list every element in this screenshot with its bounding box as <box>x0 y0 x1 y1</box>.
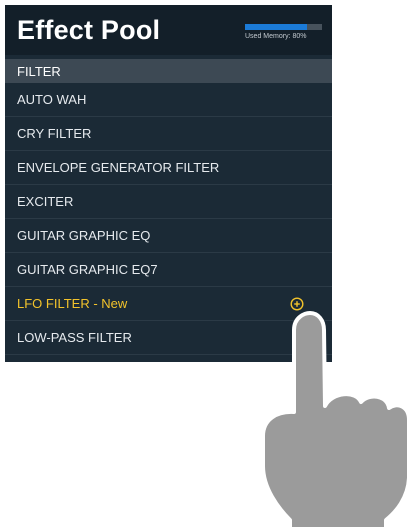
list-item-label: GUITAR GRAPHIC EQ <box>17 228 151 243</box>
pointing-hand-icon <box>261 311 409 529</box>
list-item-label: LOW-PASS FILTER <box>17 330 132 345</box>
list-item-label: AUTO WAH <box>17 92 87 107</box>
section-header-filter: FILTER <box>5 59 332 83</box>
list-item-label: GUITAR GRAPHIC EQ7 <box>17 262 158 277</box>
header: Effect Pool Used Memory: 80% <box>5 5 332 55</box>
memory-usage-fill <box>245 24 307 30</box>
list-item-exciter[interactable]: EXCITER <box>5 185 332 219</box>
section-label: FILTER <box>17 64 61 79</box>
list-item-label: CRY FILTER <box>17 126 92 141</box>
list-item-label: EXCITER <box>17 194 74 209</box>
list-item-guitar-graphic-eq[interactable]: GUITAR GRAPHIC EQ <box>5 219 332 253</box>
list-item-label: ENVELOPE GENERATOR FILTER <box>17 160 220 175</box>
list-item-label: LFO FILTER - New <box>17 296 128 311</box>
list-item-envelope-generator-filter[interactable]: ENVELOPE GENERATOR FILTER <box>5 151 332 185</box>
memory-usage-bar <box>245 24 322 30</box>
list-item-auto-wah[interactable]: AUTO WAH <box>5 83 332 117</box>
list-item-cry-filter[interactable]: CRY FILTER <box>5 117 332 151</box>
page-title: Effect Pool <box>17 15 161 45</box>
memory-usage-label: Used Memory: 80% <box>245 33 307 40</box>
list-item-guitar-graphic-eq7[interactable]: GUITAR GRAPHIC EQ7 <box>5 253 332 287</box>
